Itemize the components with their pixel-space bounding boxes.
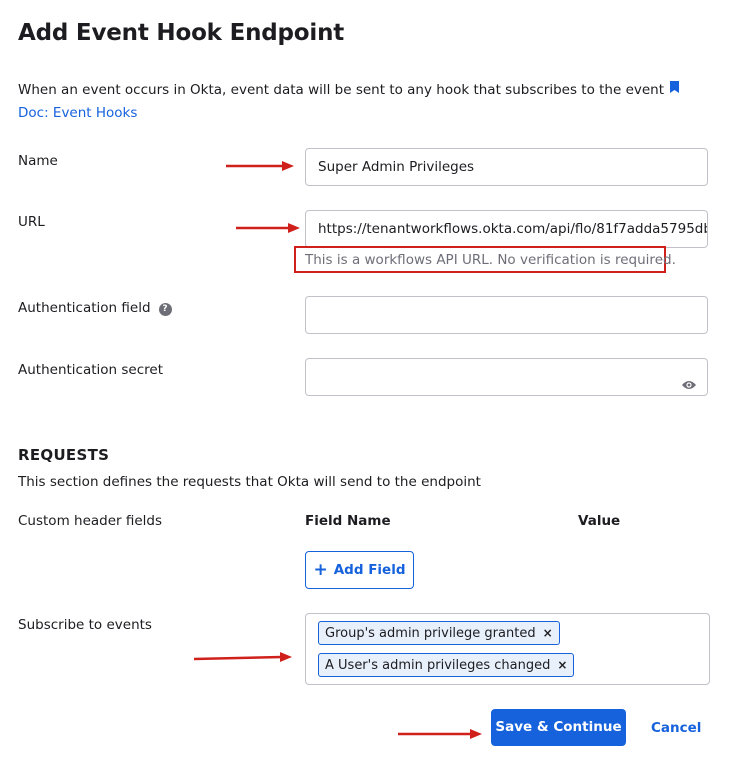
help-icon[interactable]: ? [158, 303, 172, 316]
auth-secret-label: Authentication secret [18, 362, 164, 378]
eye-icon[interactable] [681, 370, 697, 389]
plus-icon: + [313, 560, 328, 580]
add-field-button[interactable]: + Add Field [305, 551, 414, 589]
requests-description: This section defines the requests that O… [18, 474, 481, 490]
column-field-name: Field Name [305, 513, 391, 529]
auth-field-input[interactable] [305, 296, 708, 334]
url-input[interactable]: https://tenantworkflows.okta.com/api/flo… [305, 210, 708, 248]
custom-headers-label: Custom header fields [18, 513, 163, 529]
doc-icon [670, 78, 680, 93]
annotation-arrow [236, 223, 300, 233]
subscribe-label: Subscribe to events [18, 617, 152, 633]
requests-heading: REQUESTS [18, 446, 110, 464]
auth-secret-input[interactable] [305, 358, 708, 396]
close-icon[interactable]: × [557, 658, 567, 672]
url-label: URL [18, 214, 45, 230]
doc-link[interactable]: Doc: Event Hooks [18, 105, 137, 121]
page-title: Add Event Hook Endpoint [18, 20, 345, 46]
auth-field-label: Authentication field? [18, 300, 172, 316]
close-icon[interactable]: × [543, 626, 553, 640]
intro-text: When an event occurs in Okta, event data… [18, 78, 698, 125]
auth-field-label-text: Authentication field [18, 300, 151, 316]
annotation-arrow [194, 652, 292, 662]
annotation-arrow [226, 161, 294, 171]
annotation-arrow [398, 729, 482, 739]
intro-description: When an event occurs in Okta, event data… [18, 82, 665, 98]
event-chip: A User's admin privileges changed × [318, 653, 575, 677]
name-label: Name [18, 153, 58, 169]
add-field-label: Add Field [333, 562, 406, 578]
save-continue-button[interactable]: Save & Continue [491, 709, 626, 746]
event-chip: Group's admin privilege granted × [318, 621, 560, 645]
event-chip-label: Group's admin privilege granted [325, 626, 536, 641]
column-value: Value [578, 513, 621, 529]
cancel-link[interactable]: Cancel [651, 720, 701, 736]
event-chip-label: A User's admin privileges changed [325, 658, 551, 673]
url-hint: This is a workflows API URL. No verifica… [305, 252, 676, 268]
name-input[interactable]: Super Admin Privileges [305, 148, 708, 186]
